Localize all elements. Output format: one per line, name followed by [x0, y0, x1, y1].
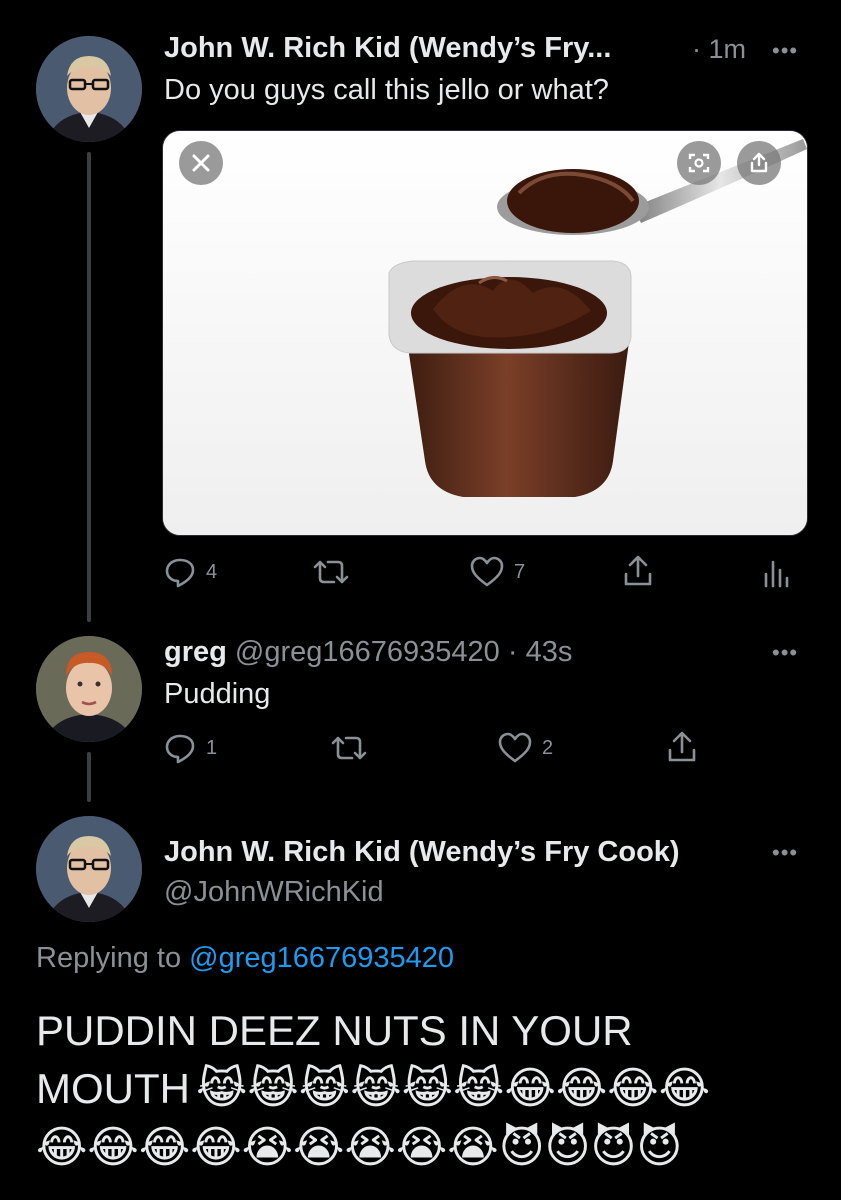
like-count: 7 [514, 560, 526, 583]
reply-button[interactable]: 1 [164, 732, 217, 764]
tweet-text-line: PUDDIN DEEZ NUTS IN YOUR [36, 1007, 633, 1054]
reply-icon [165, 558, 195, 588]
tweet-image[interactable] [162, 130, 808, 536]
replying-to: Replying to @greg16676935420 [36, 942, 454, 975]
emoji-sequence: 😹😹😹😹😹😹😂😂😂😂 [195, 1063, 711, 1114]
retweet-icon [331, 736, 367, 760]
thread-connector [87, 152, 91, 622]
handle[interactable]: @greg16676935420 [235, 636, 500, 668]
share-button[interactable] [666, 730, 698, 764]
avatar[interactable] [36, 816, 142, 922]
analytics-button[interactable] [762, 556, 790, 588]
emoji-sequence: 😂😂😂😂😭😭😭😭😭😈😈😈😈 [36, 1122, 683, 1173]
like-count: 2 [542, 736, 554, 759]
tweet-header: greg @greg16676935420 · 43s [164, 636, 572, 669]
replying-handle-link[interactable]: @greg16676935420 [189, 942, 454, 974]
avatar[interactable] [36, 36, 142, 142]
more-icon[interactable]: ••• [772, 840, 798, 866]
display-name[interactable]: greg [164, 636, 227, 668]
display-name[interactable]: John W. Rich Kid (Wendy’s Fry Cook) [164, 836, 680, 869]
more-icon[interactable]: ••• [772, 38, 798, 64]
reply-icon [165, 734, 195, 764]
tweet-text: Pudding [164, 678, 271, 710]
share-icon[interactable] [737, 141, 781, 185]
reply-count: 1 [206, 736, 218, 759]
display-name[interactable]: John W. Rich Kid (Wendy’s Fry... [164, 32, 611, 65]
tweet-text: PUDDIN DEEZ NUTS IN YOUR MOUTH 😹😹😹😹😹😹😂😂😂… [36, 1002, 710, 1176]
close-icon[interactable] [179, 141, 223, 185]
share-icon [624, 555, 652, 586]
reply-count: 4 [206, 560, 218, 583]
like-button[interactable]: 7 [470, 556, 525, 588]
tweet-text-line: MOUTH [36, 1065, 190, 1112]
like-button[interactable]: 2 [498, 732, 553, 764]
screenshot-icon[interactable] [677, 141, 721, 185]
analytics-icon [764, 560, 789, 588]
share-button[interactable] [622, 554, 654, 588]
share-icon [668, 731, 696, 762]
replying-label: Replying to [36, 942, 182, 974]
thread-connector [87, 752, 91, 802]
reply-button[interactable]: 4 [164, 556, 217, 588]
retweet-button[interactable] [312, 556, 350, 588]
avatar[interactable] [36, 636, 142, 742]
like-icon [470, 556, 504, 587]
timestamp[interactable]: · 1m [692, 34, 746, 65]
timestamp[interactable]: · 43s [508, 636, 572, 668]
handle[interactable]: @JohnWRichKid [164, 876, 384, 909]
retweet-button[interactable] [330, 732, 368, 764]
retweet-icon [313, 560, 349, 584]
more-icon[interactable]: ••• [772, 640, 798, 666]
tweet-text: Do you guys call this jello or what? [164, 74, 609, 106]
like-icon [498, 732, 532, 763]
